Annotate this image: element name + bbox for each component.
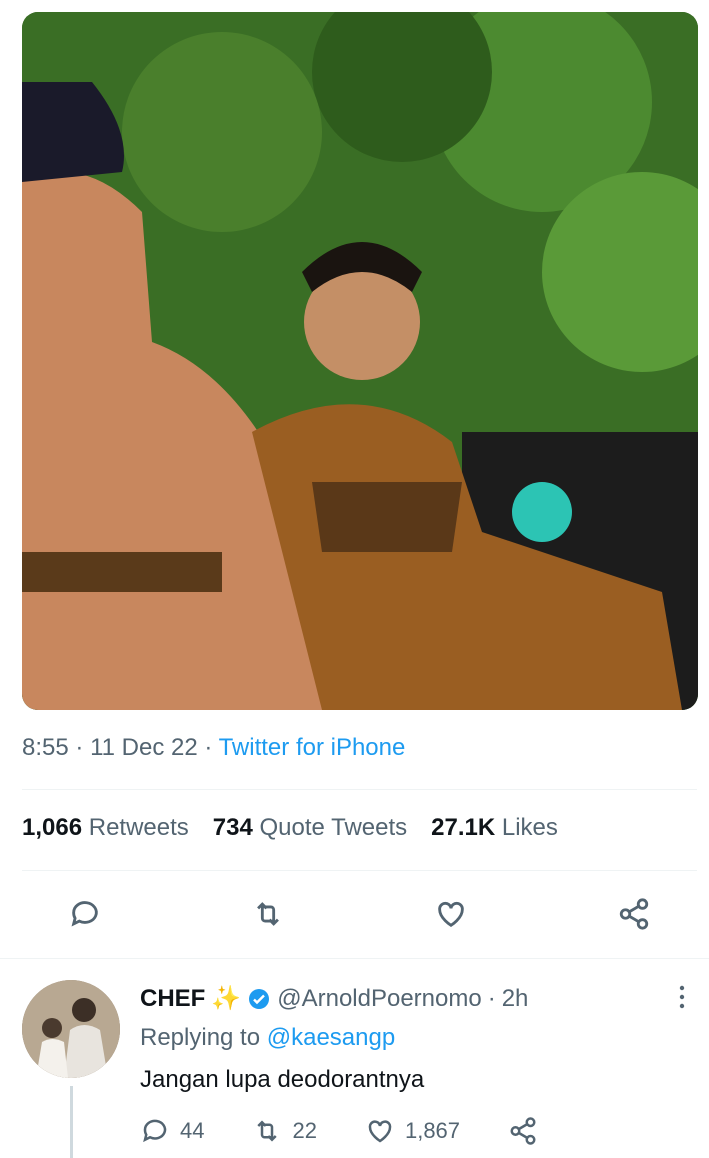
quotes-label: Quote Tweets <box>259 814 408 841</box>
retweet-count: 22 <box>292 1118 317 1143</box>
tweet-time: 8:55 <box>22 734 69 761</box>
like-count: 1,867 <box>404 1118 461 1143</box>
reply-like-button[interactable]: 1,867 <box>365 1116 460 1146</box>
more-options-icon[interactable] <box>677 984 687 1017</box>
reply-icon <box>71 900 98 927</box>
tweet-date: 11 Dec 22 <box>90 734 198 761</box>
reply-button[interactable] <box>68 897 102 936</box>
share-icon <box>510 1117 536 1145</box>
user-handle[interactable]: @ArnoldPoernomo <box>277 985 481 1013</box>
thread-line <box>70 1086 73 1158</box>
likes-stat[interactable]: 27.1K Likes <box>431 814 558 842</box>
like-button[interactable] <box>434 897 468 936</box>
tweet-photo[interactable] <box>22 12 698 710</box>
likes-count: 27.1K <box>431 814 496 841</box>
heart-icon <box>438 901 464 927</box>
avatar[interactable] <box>22 980 120 1078</box>
reply-share-button[interactable] <box>508 1116 538 1146</box>
reply-text: Jangan lupa deodorantnya <box>140 1066 425 1093</box>
reply-header: CHEF ✨ @ArnoldPoernomo · 2h <box>140 984 529 1013</box>
retweets-count: 1,066 <box>22 814 83 841</box>
retweets-label: Retweets <box>88 814 189 841</box>
retweet-button[interactable] <box>251 897 285 936</box>
replying-to: Replying to @kaesangp <box>140 1024 395 1052</box>
heart-icon <box>368 1120 392 1143</box>
retweet-icon <box>257 1120 278 1142</box>
retweets-stat[interactable]: 1,066 Retweets <box>22 814 189 842</box>
reply-icon <box>143 1119 167 1143</box>
tweet-source-link[interactable]: Twitter for iPhone <box>219 734 406 761</box>
avatar-image <box>22 980 120 1078</box>
reply-retweet-button[interactable]: 22 <box>252 1116 317 1146</box>
display-name[interactable]: CHEF <box>140 985 205 1013</box>
quotes-stat[interactable]: 734 Quote Tweets <box>213 814 407 842</box>
divider <box>22 870 697 871</box>
divider <box>22 789 697 790</box>
share-button[interactable] <box>617 897 651 936</box>
sparkle-emoji: ✨ <box>211 985 242 1012</box>
quotes-count: 734 <box>212 814 253 841</box>
wedding-photo-illustration <box>22 12 698 710</box>
reply-reply-button[interactable]: 44 <box>140 1116 204 1146</box>
reply-time: 2h <box>501 984 529 1012</box>
verified-badge-icon <box>249 988 270 1009</box>
tweet-meta: 8:55 · 11 Dec 22 · Twitter for iPhone <box>22 734 406 761</box>
retweet-icon <box>257 901 279 926</box>
reply-actions: 44 22 1,867 <box>140 1116 586 1146</box>
share-icon <box>619 897 649 930</box>
tweet-stats: 1,066 Retweets 734 Quote Tweets 27.1K Li… <box>22 814 558 842</box>
tweet-actions <box>22 892 697 940</box>
likes-label: Likes <box>501 814 558 841</box>
replying-label: Replying to <box>140 1024 261 1051</box>
reply-tweet[interactable]: CHEF ✨ @ArnoldPoernomo · 2h Replying to … <box>0 958 709 1158</box>
replying-to-handle[interactable]: @kaesangp <box>267 1024 395 1051</box>
reply-count: 44 <box>180 1118 205 1143</box>
